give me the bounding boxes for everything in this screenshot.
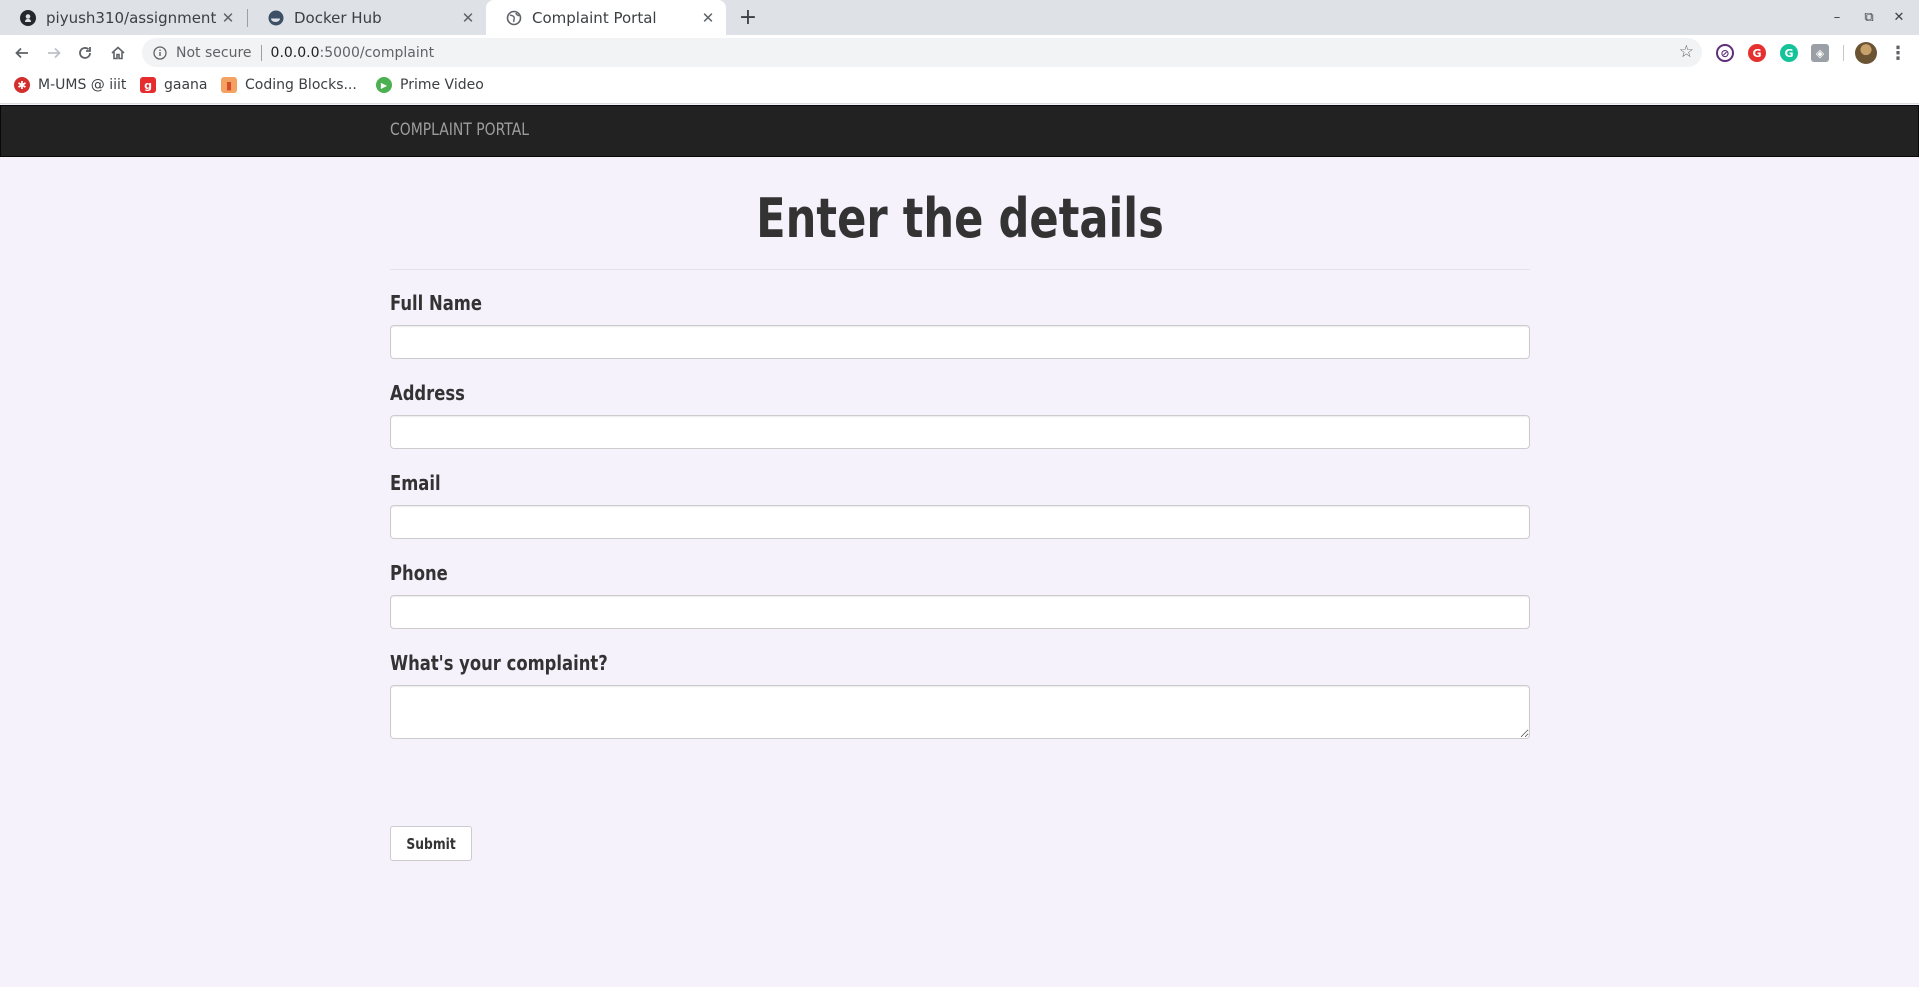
- full-name-label: Full Name: [390, 291, 483, 315]
- complaint-textarea[interactable]: [390, 685, 1530, 739]
- restore-icon[interactable]: ⧉: [1857, 6, 1881, 28]
- full-name-input[interactable]: [390, 325, 1530, 359]
- tab-complaint-portal[interactable]: Complaint Portal ✕: [486, 0, 726, 35]
- address-label: Address: [390, 381, 465, 405]
- url-path: :5000/complaint: [319, 44, 435, 61]
- submit-button[interactable]: Submit: [390, 826, 473, 861]
- address-input[interactable]: [390, 415, 1530, 449]
- gaana-icon: g: [140, 77, 156, 93]
- url-text[interactable]: 0.0.0.0:5000/complaint: [271, 45, 435, 61]
- toolbar-divider: [1843, 45, 1844, 61]
- home-icon[interactable]: [106, 41, 130, 65]
- form-group-complaint: What's your complaint?: [390, 651, 1530, 739]
- grammarly-style-extension-icon[interactable]: G: [1748, 44, 1766, 62]
- tab-title: Complaint Portal: [532, 8, 657, 27]
- bookmark-star-icon[interactable]: ☆: [1679, 42, 1694, 62]
- docker-icon: [268, 10, 284, 26]
- bookmark-label: Prime Video: [400, 77, 484, 93]
- info-icon[interactable]: [152, 45, 168, 61]
- bug-icon: ✱: [14, 77, 30, 93]
- bookmark-coding-blocks[interactable]: ▮ Coding Blocks...: [221, 77, 357, 93]
- reload-icon[interactable]: [73, 41, 97, 65]
- browser-toolbar: Not secure 0.0.0.0:5000/complaint ☆ ⊘ G …: [0, 35, 1919, 70]
- form-group-address: Address: [390, 381, 1530, 449]
- address-bar[interactable]: Not secure 0.0.0.0:5000/complaint ☆: [142, 38, 1702, 67]
- shield-extension-icon[interactable]: ◈: [1811, 44, 1829, 62]
- form-group-email: Email: [390, 471, 1530, 539]
- github-icon: [20, 9, 36, 26]
- prime-video-icon: ▶: [376, 77, 392, 93]
- email-input[interactable]: [390, 505, 1530, 539]
- bookmark-label: M-UMS @ iiit: [38, 77, 127, 93]
- profile-avatar[interactable]: [1855, 42, 1877, 64]
- coding-blocks-icon: ▮: [221, 77, 237, 93]
- site-navbar: COMPLAINT PORTAL: [0, 105, 1919, 157]
- page-title: Enter the details: [756, 187, 1164, 250]
- heading-divider: [390, 269, 1530, 270]
- blocker-extension-icon[interactable]: ⊘: [1716, 44, 1734, 62]
- tab-title: Docker Hub: [294, 8, 382, 27]
- bookmark-gaana[interactable]: g gaana: [140, 77, 208, 93]
- form-group-full-name: Full Name: [390, 291, 1530, 359]
- new-tab-button[interactable]: +: [736, 5, 760, 30]
- bookmark-prime-video[interactable]: ▶ Prime Video: [376, 77, 484, 93]
- forward-icon[interactable]: [42, 41, 66, 65]
- complaint-form: Full Name Address Email Phone What's you…: [390, 291, 1530, 739]
- close-tab-icon[interactable]: ✕: [218, 8, 238, 28]
- bookmark-label: gaana: [164, 77, 208, 93]
- minimize-icon[interactable]: –: [1825, 6, 1849, 28]
- bookmarks-bar: ✱ M-UMS @ iiit g gaana ▮ Coding Blocks..…: [0, 70, 1919, 104]
- browser-menu-icon[interactable]: ⋮: [1889, 41, 1907, 65]
- tab-github[interactable]: piyush310/assignment ✕: [0, 0, 246, 35]
- phone-label: Phone: [390, 561, 448, 585]
- back-icon[interactable]: [10, 41, 34, 65]
- site-brand-link[interactable]: COMPLAINT PORTAL: [390, 120, 529, 140]
- close-tab-icon[interactable]: ✕: [698, 8, 718, 28]
- bookmark-m-ums[interactable]: ✱ M-UMS @ iiit: [14, 77, 126, 93]
- phone-input[interactable]: [390, 595, 1530, 629]
- security-status[interactable]: Not secure: [176, 45, 252, 61]
- url-host: 0.0.0.0: [270, 44, 320, 61]
- tab-docker-hub[interactable]: Docker Hub ✕: [248, 0, 486, 35]
- complaint-form-container: Enter the details Full Name Address Emai…: [390, 157, 1530, 861]
- form-group-phone: Phone: [390, 561, 1530, 629]
- tab-title: piyush310/assignment: [46, 8, 217, 27]
- email-label: Email: [390, 471, 441, 495]
- submit-button-label: Submit: [406, 834, 456, 853]
- window-close-icon[interactable]: ✕: [1887, 6, 1911, 28]
- grammarly-extension-icon[interactable]: G: [1780, 44, 1798, 62]
- bookmark-label: Coding Blocks...: [245, 77, 357, 93]
- close-tab-icon[interactable]: ✕: [458, 8, 478, 28]
- browser-tab-strip: piyush310/assignment ✕ Docker Hub ✕ Comp…: [0, 0, 1919, 35]
- page-viewport: COMPLAINT PORTAL Enter the details Full …: [0, 105, 1919, 987]
- globe-icon: [506, 10, 522, 26]
- address-divider: [260, 44, 262, 61]
- complaint-label: What's your complaint?: [390, 651, 608, 675]
